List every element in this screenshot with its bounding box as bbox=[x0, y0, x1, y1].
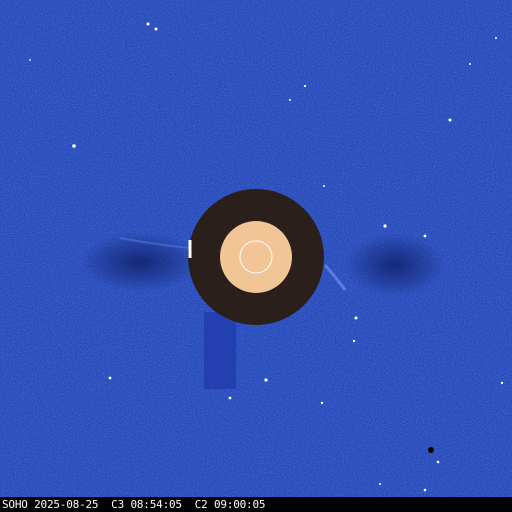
coronagraph-image bbox=[0, 0, 512, 512]
occulter-pylon bbox=[204, 312, 236, 389]
inner-occulting-disk bbox=[220, 221, 292, 293]
streamer-lobe-right bbox=[345, 233, 445, 297]
timestamp-caption: SOHO 2025-08-25 C3 08:54:05 C2 09:00:05 bbox=[2, 498, 266, 511]
dark-blemish bbox=[428, 447, 434, 453]
